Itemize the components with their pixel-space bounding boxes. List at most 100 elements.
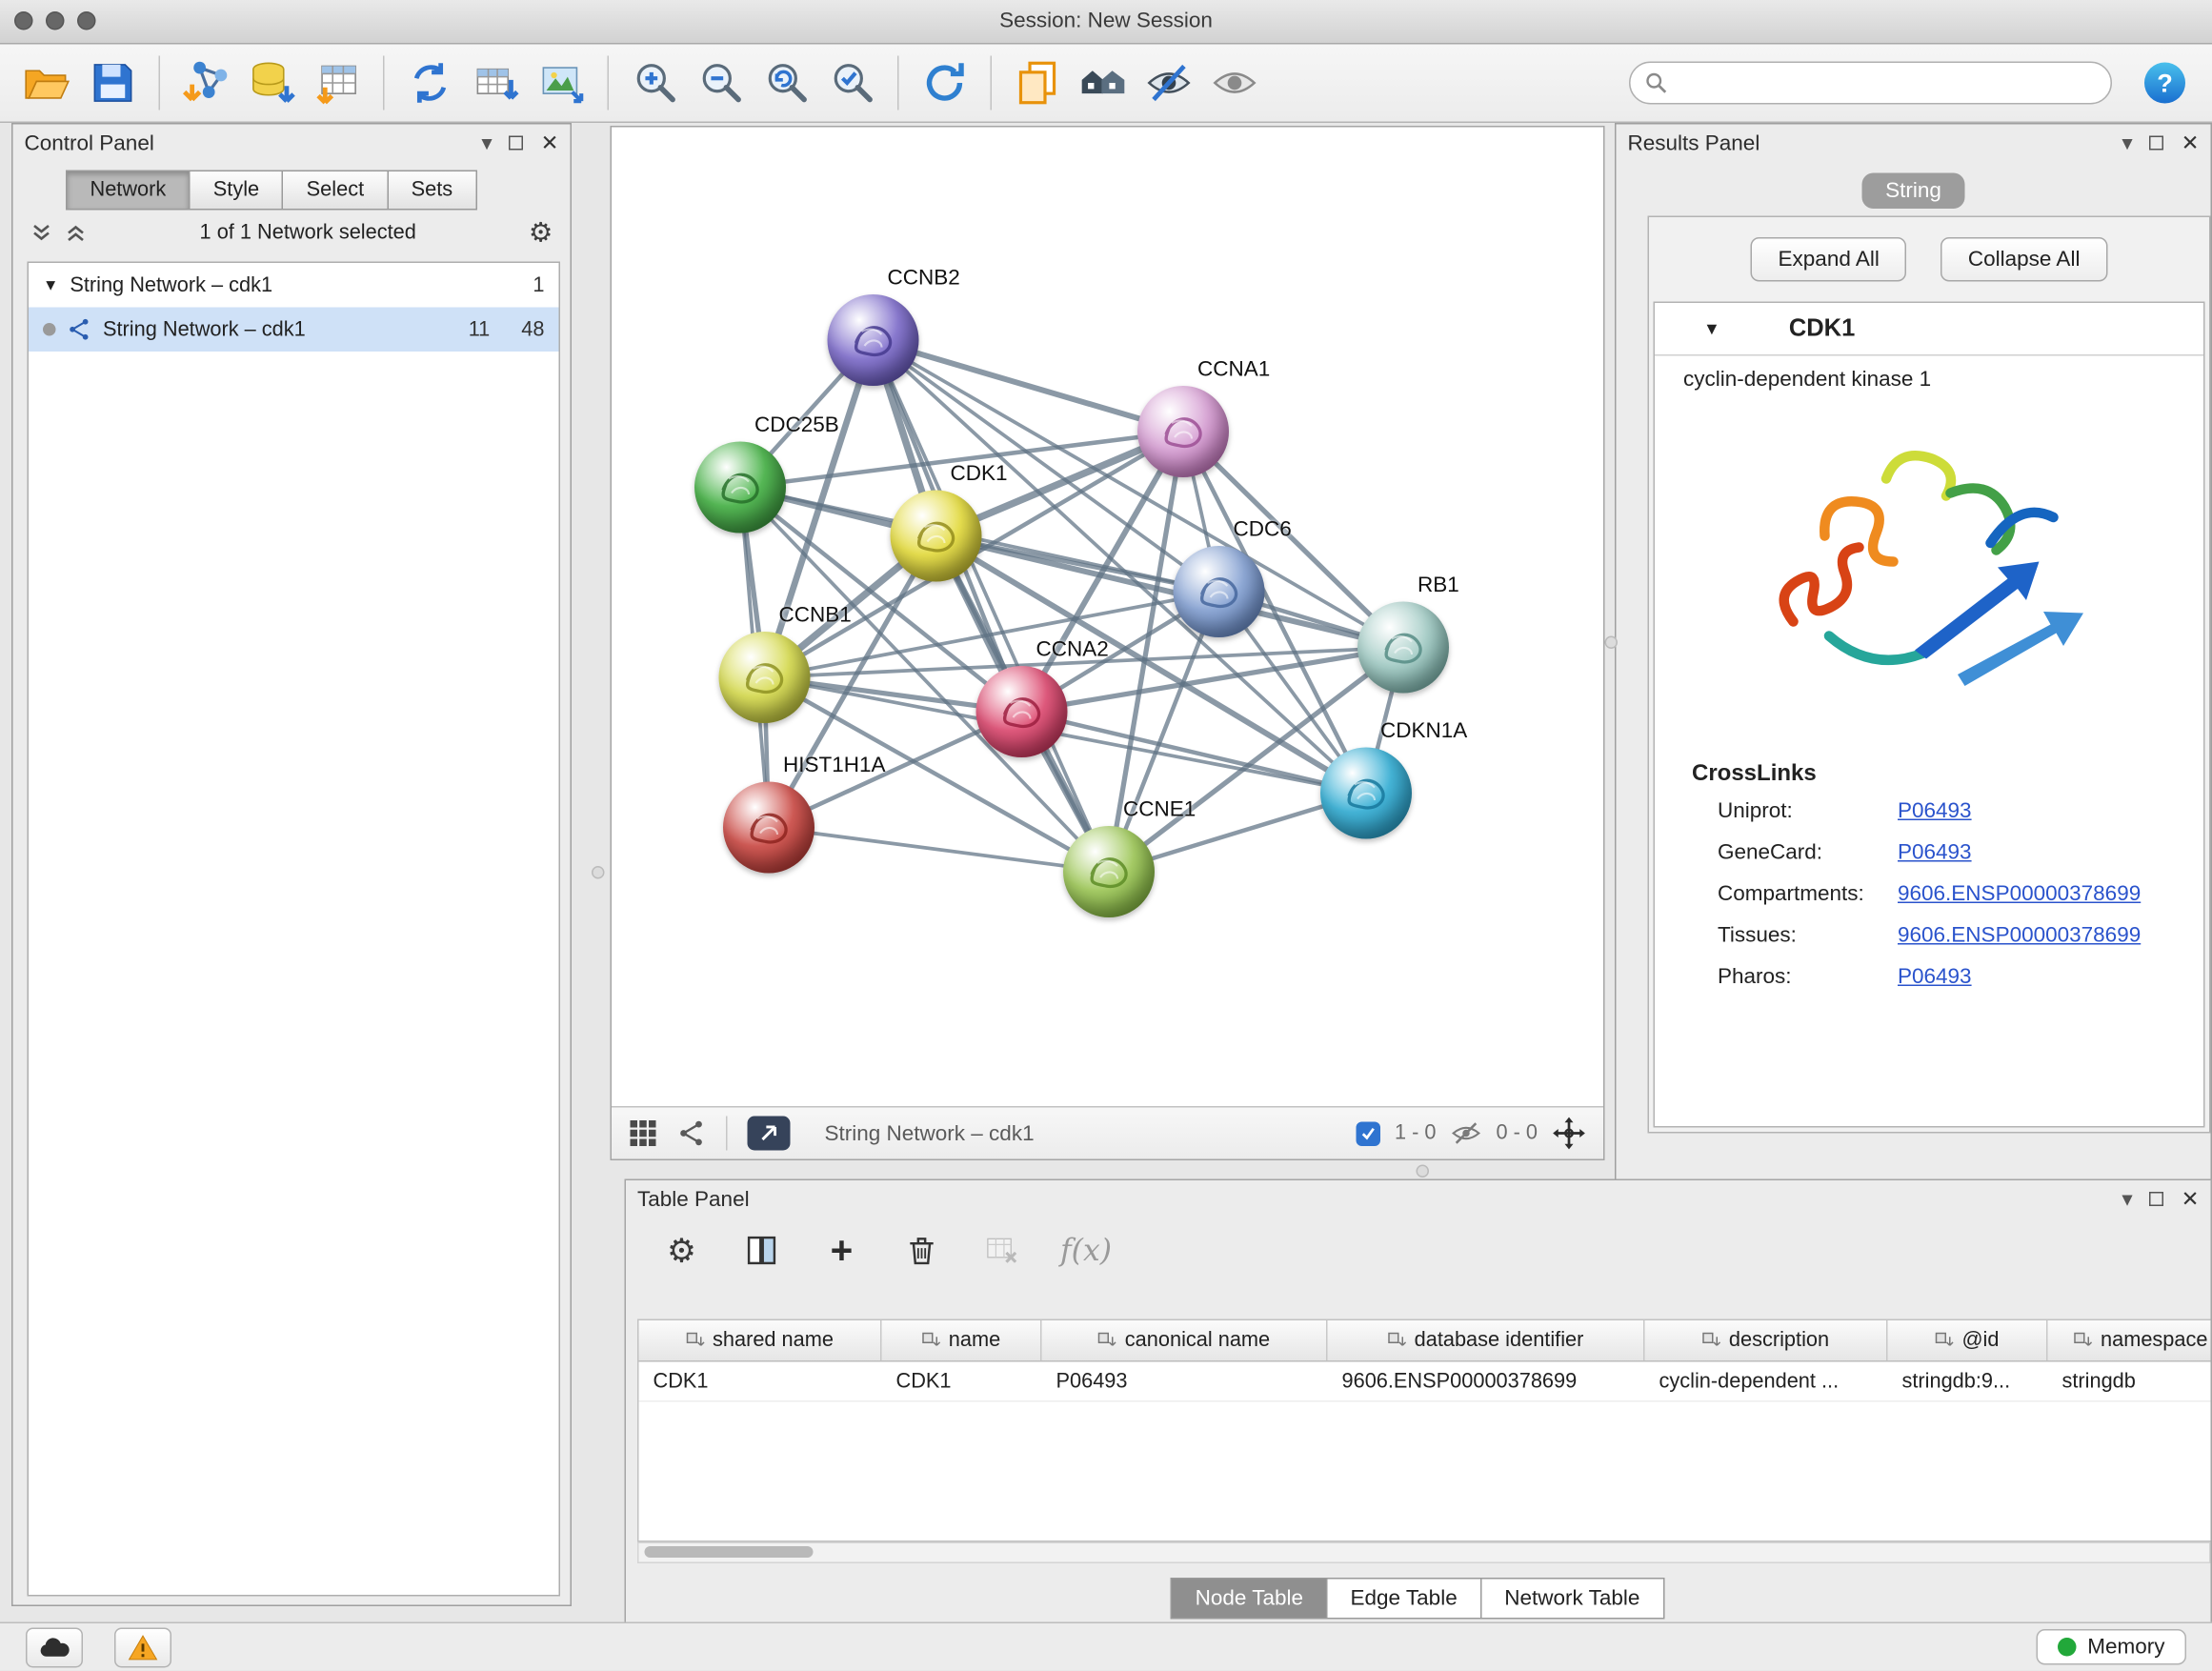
new-table-button[interactable]	[463, 50, 529, 116]
network-node-hist1h1a[interactable]	[723, 782, 814, 874]
zoom-in-button[interactable]	[622, 50, 688, 116]
delete-table-button-disabled	[980, 1229, 1023, 1272]
panel-float-icon[interactable]	[2150, 1192, 2164, 1206]
delete-column-button[interactable]	[900, 1229, 943, 1272]
grid-view-icon[interactable]	[629, 1119, 657, 1148]
network-collection-row[interactable]: ▼ String Network – cdk1 1	[29, 263, 559, 308]
search-input[interactable]	[1677, 70, 2097, 96]
gene-description: cyclin-dependent kinase 1	[1683, 368, 2203, 393]
crosslink-genecard[interactable]: P06493	[1898, 840, 1972, 865]
collapse-all-icon[interactable]	[30, 222, 53, 245]
splitter-handle[interactable]	[1417, 1165, 1430, 1178]
panel-float-icon[interactable]	[510, 136, 524, 151]
table-settings-gear-icon[interactable]: ⚙	[660, 1229, 703, 1272]
add-column-button[interactable]: +	[820, 1229, 863, 1272]
gene-entry-header[interactable]: ▼ CDK1	[1655, 303, 2203, 356]
panel-menu-icon[interactable]: ▾	[2122, 1188, 2132, 1210]
show-graphics-details-button[interactable]	[1202, 50, 1268, 116]
network-canvas[interactable]: CCNB2CCNA1CDC25BCDK1CDC6RB1CCNB1CCNA2CDK…	[612, 128, 1603, 1107]
search-field[interactable]	[1629, 62, 2112, 105]
collapse-all-button[interactable]: Collapse All	[1941, 237, 2107, 282]
check-icon	[1360, 1125, 1377, 1141]
crosslink-compartments[interactable]: 9606.ENSP00000378699	[1898, 882, 2141, 907]
column-header[interactable]: canonical name	[1042, 1320, 1328, 1360]
new-table-icon	[472, 59, 520, 108]
protein-thumbnail	[828, 294, 919, 386]
import-network-button[interactable]	[173, 50, 239, 116]
panel-menu-icon[interactable]: ▾	[2122, 132, 2132, 154]
column-header[interactable]: name	[882, 1320, 1042, 1360]
panel-float-icon[interactable]	[2150, 136, 2164, 151]
panel-close-icon[interactable]: ✕	[2182, 132, 2200, 154]
refresh-view-button[interactable]	[912, 50, 977, 116]
network-node-ccnb2[interactable]	[828, 294, 919, 386]
tree-expand-icon[interactable]: ▼	[43, 276, 58, 293]
network-node-ccnb1[interactable]	[719, 632, 811, 723]
tab-string[interactable]: String	[1862, 173, 1964, 210]
column-header[interactable]: namespace	[2048, 1320, 2211, 1360]
network-row-selected[interactable]: String Network – cdk1 11 48	[29, 308, 559, 352]
zoom-fit-button[interactable]	[754, 50, 819, 116]
network-share-icon[interactable]	[677, 1119, 706, 1148]
detach-view-button[interactable]	[748, 1117, 791, 1151]
network-node-rb1[interactable]	[1357, 602, 1449, 694]
entry-collapse-icon[interactable]: ▼	[1703, 319, 1720, 339]
network-node-cdc6[interactable]	[1174, 546, 1265, 637]
node-label-cdc25b: CDC25B	[754, 413, 839, 438]
hidden-eye-slash-icon	[1450, 1120, 1481, 1146]
network-node-ccna2[interactable]	[976, 666, 1068, 757]
splitter-handle[interactable]	[592, 866, 605, 879]
help-button[interactable]: ?	[2132, 50, 2198, 116]
cell-description: cyclin-dependent ...	[1645, 1362, 1888, 1401]
birdseye-navigator-button[interactable]	[1071, 50, 1136, 116]
export-image-button[interactable]	[529, 50, 594, 116]
expand-all-icon[interactable]	[65, 222, 88, 245]
warnings-button[interactable]	[114, 1627, 171, 1667]
panel-close-icon[interactable]: ✕	[2182, 1188, 2200, 1210]
memory-label: Memory	[2087, 1635, 2164, 1660]
save-session-button[interactable]	[80, 50, 146, 116]
column-header[interactable]: database identifier	[1328, 1320, 1645, 1360]
column-header[interactable]: description	[1645, 1320, 1888, 1360]
function-builder-button[interactable]: f(x)	[1060, 1234, 1112, 1268]
tab-network-table[interactable]: Network Table	[1480, 1578, 1664, 1620]
network-node-ccna1[interactable]	[1137, 386, 1229, 477]
horizontal-scrollbar[interactable]	[637, 1542, 2211, 1564]
show-columns-button[interactable]	[740, 1229, 783, 1272]
panel-menu-icon[interactable]: ▾	[481, 132, 492, 154]
sort-icon	[1935, 1331, 1954, 1350]
scrollbar-thumb[interactable]	[645, 1546, 814, 1558]
panel-close-icon[interactable]: ✕	[541, 132, 559, 154]
column-header[interactable]: shared name	[639, 1320, 882, 1360]
tab-edge-table[interactable]: Edge Table	[1326, 1578, 1481, 1620]
memory-button[interactable]: Memory	[2036, 1629, 2186, 1665]
new-network-button[interactable]	[397, 50, 463, 116]
tab-node-table[interactable]: Node Table	[1171, 1578, 1327, 1620]
selected-items-checkbox[interactable]	[1356, 1121, 1380, 1146]
move-crosshair-icon[interactable]	[1552, 1117, 1586, 1151]
open-session-button[interactable]	[14, 50, 80, 116]
crosslink-uniprot[interactable]: P06493	[1898, 799, 1972, 824]
zoom-out-button[interactable]	[688, 50, 754, 116]
tab-sets[interactable]: Sets	[387, 171, 477, 211]
copy-document-button[interactable]	[1005, 50, 1071, 116]
import-table-button[interactable]	[305, 50, 371, 116]
import-network-from-database-button[interactable]	[239, 50, 305, 116]
gear-icon[interactable]: ⚙	[529, 219, 553, 247]
tab-network[interactable]: Network	[66, 171, 191, 211]
tab-select[interactable]: Select	[282, 171, 388, 211]
zoom-selected-button[interactable]	[819, 50, 885, 116]
tab-style[interactable]: Style	[189, 171, 283, 211]
network-node-cdkn1a[interactable]	[1320, 748, 1412, 839]
splitter-handle[interactable]	[1605, 636, 1619, 650]
hide-graphics-details-button[interactable]	[1136, 50, 1202, 116]
column-header[interactable]: @id	[1888, 1320, 2048, 1360]
network-node-cdc25b[interactable]	[694, 442, 786, 534]
table-row[interactable]: CDK1 CDK1 P06493 9606.ENSP00000378699 cy…	[639, 1362, 2211, 1402]
cloud-status-button[interactable]	[26, 1627, 83, 1667]
crosslink-pharos[interactable]: P06493	[1898, 965, 1972, 990]
network-node-cdk1[interactable]	[891, 491, 982, 582]
expand-all-button[interactable]: Expand All	[1751, 237, 1906, 282]
network-node-ccne1[interactable]	[1063, 826, 1155, 917]
crosslink-tissues[interactable]: 9606.ENSP00000378699	[1898, 923, 2141, 948]
